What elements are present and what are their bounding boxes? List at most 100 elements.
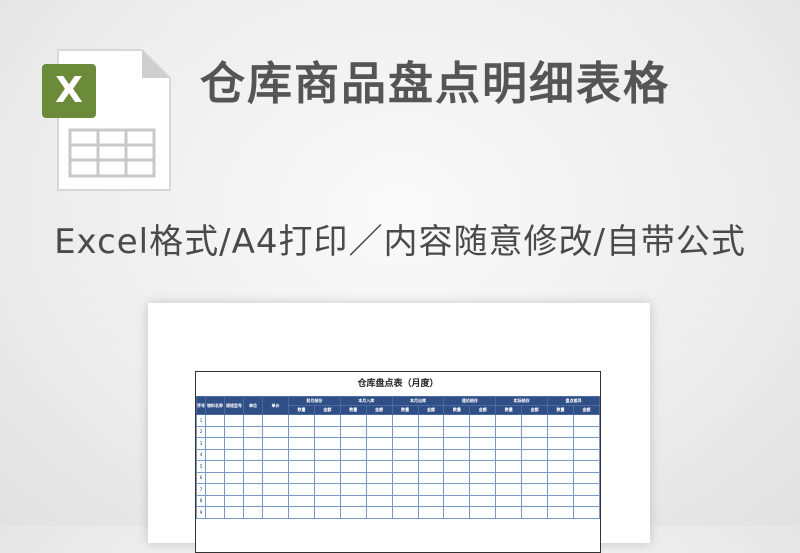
table-cell — [262, 460, 289, 473]
table-cell — [262, 471, 289, 484]
column-header: 单位 — [243, 396, 263, 415]
table-cell — [313, 448, 341, 461]
table-cell — [495, 437, 523, 450]
table-cell — [572, 437, 601, 450]
table-cell — [243, 448, 263, 461]
table-row: 7 — [196, 483, 601, 496]
table-cell — [339, 414, 367, 427]
table-cell — [417, 425, 445, 438]
column-header: 物料名称 — [205, 396, 225, 415]
table-cell — [521, 425, 549, 438]
table-cell — [443, 494, 471, 507]
table-cell — [224, 414, 244, 427]
table-cell — [495, 460, 523, 473]
row-number: 3 — [196, 437, 206, 450]
table-cell — [365, 471, 393, 484]
table-cell — [243, 506, 263, 519]
page-subtitle: Excel格式/A4打印／内容随意修改/自带公式 — [54, 222, 746, 262]
table-row: 2 — [196, 425, 601, 438]
table-cell — [288, 437, 315, 450]
table-cell — [288, 425, 315, 438]
table-cell — [417, 448, 445, 461]
table-cell — [521, 437, 549, 450]
table-row: 6 — [196, 471, 601, 484]
group-header: 理论结存 — [443, 396, 497, 406]
table-cell — [288, 448, 315, 461]
table-cell — [547, 414, 574, 427]
table-cell — [262, 425, 289, 438]
table-cell — [224, 483, 244, 496]
table-cell — [521, 506, 549, 519]
sub-header: 数量 — [443, 405, 471, 415]
group-header: 本月出库 — [391, 396, 445, 406]
table-cell — [205, 460, 225, 473]
table-cell — [443, 448, 471, 461]
sub-header: 金额 — [313, 405, 341, 415]
group-header: 实际结存 — [495, 396, 549, 406]
table-cell — [339, 425, 367, 438]
row-number: 8 — [196, 494, 206, 507]
table-cell — [339, 506, 367, 519]
table-cell — [417, 483, 445, 496]
table-cell — [313, 506, 341, 519]
sub-header: 金额 — [365, 405, 393, 415]
sub-header: 金额 — [572, 405, 601, 415]
table-cell — [495, 471, 523, 484]
table-cell — [547, 425, 574, 438]
table-cell — [243, 460, 263, 473]
table-row: 5 — [196, 460, 601, 473]
table-cell — [417, 506, 445, 519]
table-cell — [313, 471, 341, 484]
excel-badge-letter: X — [55, 70, 83, 111]
document-preview: 仓库盘点表（月度） 序号 物料名称 规格型号 单位 单价 前月结存 本月入库 本月出库 理论结存… — [148, 303, 650, 553]
table-cell — [262, 437, 289, 450]
column-header: 规格型号 — [224, 396, 244, 415]
table-cell — [547, 483, 574, 496]
table-cell — [365, 414, 393, 427]
table-cell — [521, 460, 549, 473]
table-cell — [572, 414, 601, 427]
table-cell — [417, 471, 445, 484]
row-number: 7 — [196, 483, 206, 496]
table-cell — [495, 414, 523, 427]
table-row: 3 — [196, 437, 601, 450]
sheet-title: 仓库盘点表（月度） — [357, 379, 439, 389]
sub-header: 数量 — [495, 405, 523, 415]
table-cell — [469, 494, 497, 507]
table-cell — [205, 437, 225, 450]
table-cell — [417, 437, 445, 450]
table-cell — [572, 494, 601, 507]
row-number: 6 — [196, 471, 206, 484]
table-cell — [243, 471, 263, 484]
table-cell — [313, 483, 341, 496]
table-cell — [262, 448, 289, 461]
table-cell — [243, 425, 263, 438]
sub-header: 数量 — [391, 405, 419, 415]
table-cell — [572, 506, 601, 519]
table-cell — [521, 448, 549, 461]
table-cell — [205, 494, 225, 507]
table-cell — [205, 425, 225, 438]
table-cell — [205, 471, 225, 484]
table-cell — [391, 414, 419, 427]
table-cell — [547, 448, 574, 461]
table-cell — [521, 471, 549, 484]
table-cell — [288, 414, 315, 427]
table-cell — [313, 425, 341, 438]
table-cell — [224, 437, 244, 450]
sub-header: 金额 — [521, 405, 549, 415]
row-number: 9 — [196, 506, 206, 519]
table-cell — [417, 494, 445, 507]
table-cell — [205, 483, 225, 496]
table-cell — [224, 471, 244, 484]
table-cell — [224, 425, 244, 438]
group-header: 前月结存 — [288, 396, 341, 406]
table-cell — [339, 494, 367, 507]
table-cell — [288, 494, 315, 507]
table-cell — [365, 460, 393, 473]
table-cell — [339, 460, 367, 473]
table-cell — [391, 483, 419, 496]
table-cell — [205, 506, 225, 519]
table-cell — [365, 506, 393, 519]
table-row: 4 — [196, 448, 601, 461]
